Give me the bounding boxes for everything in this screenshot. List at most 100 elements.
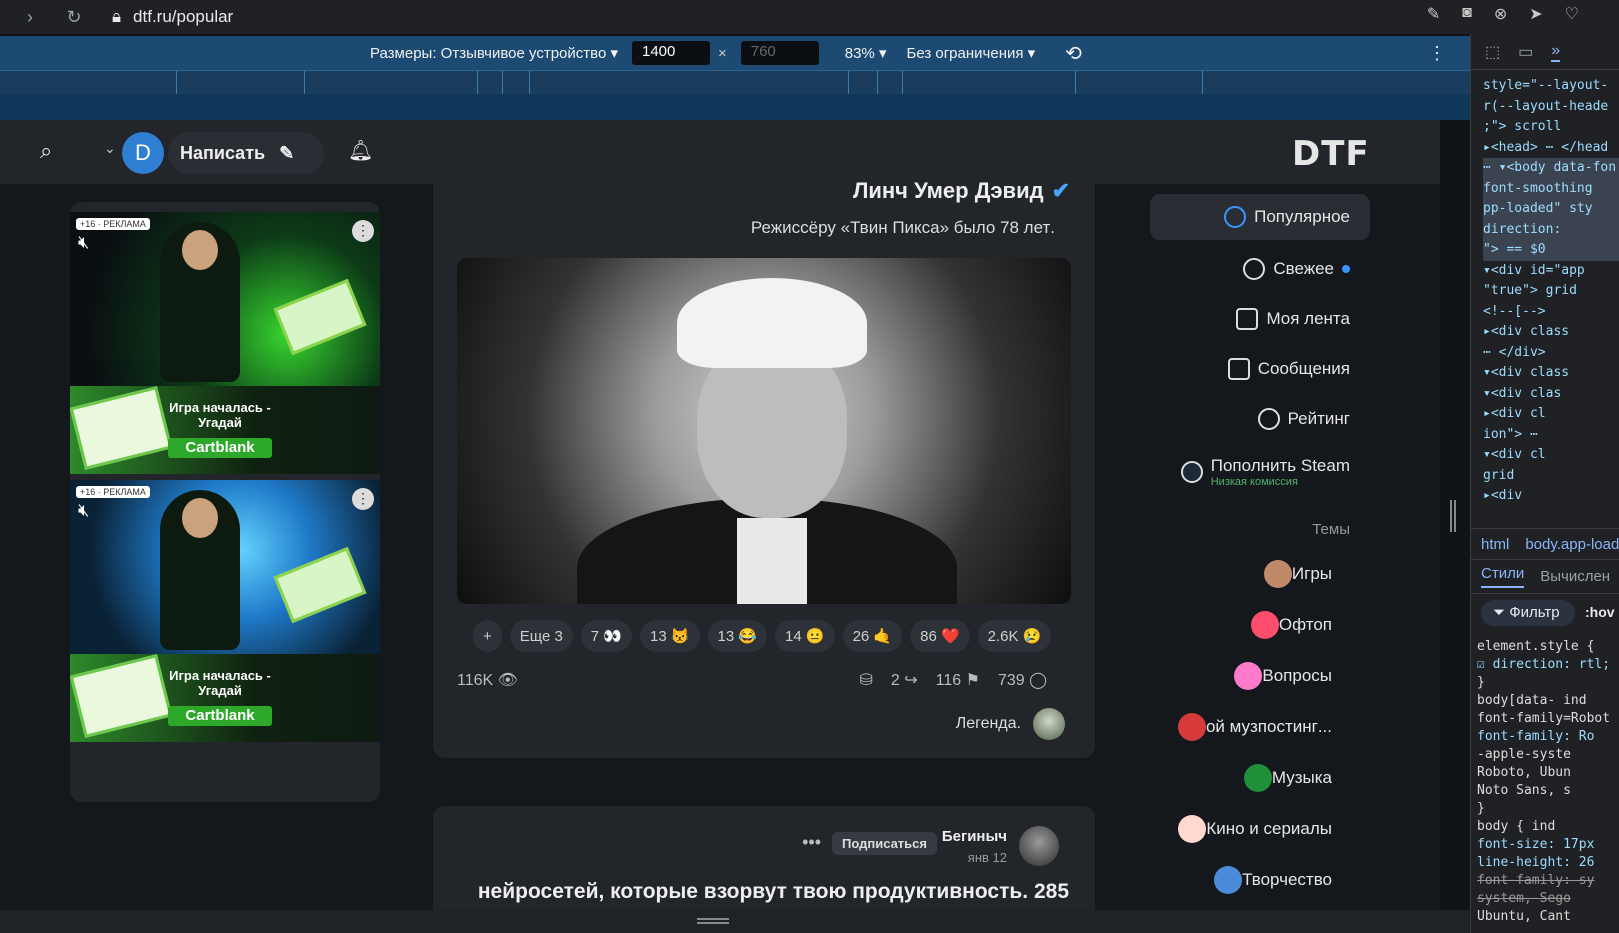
sidebar-item-fresh[interactable]: Свежее bbox=[1150, 244, 1370, 294]
sidebar-item-popular[interactable]: Популярное bbox=[1150, 194, 1370, 240]
dimensions-select[interactable]: Размеры: Отзывчивое устройство ▾ bbox=[370, 44, 618, 62]
camera-icon[interactable]: ◙ bbox=[1462, 4, 1472, 24]
css-line[interactable]: font-family: sy bbox=[1477, 872, 1610, 890]
edit-icon[interactable]: ✎ bbox=[1427, 4, 1440, 24]
width-input[interactable]: 1400 bbox=[631, 41, 710, 65]
url-text[interactable]: dtf.ru/popular bbox=[133, 7, 233, 27]
dom-line[interactable]: pp-loaded" sty bbox=[1483, 199, 1619, 220]
block-icon[interactable]: ⊗ bbox=[1494, 4, 1507, 24]
dom-line[interactable]: ▸<div class bbox=[1483, 322, 1619, 343]
dom-line[interactable]: style="--layout- bbox=[1483, 76, 1619, 97]
dom-line[interactable]: ▸<div cl bbox=[1483, 404, 1619, 425]
post-title[interactable]: ✔ Линч Умер Дэвид bbox=[853, 178, 1070, 204]
more-icon[interactable]: ••• bbox=[802, 832, 821, 853]
css-line[interactable]: font-family: Ro bbox=[1477, 728, 1610, 746]
theme-item-offtop[interactable]: Офтоп bbox=[1150, 599, 1370, 650]
rotate-icon[interactable]: ⟲ bbox=[1065, 41, 1082, 66]
inspect-icon[interactable]: ⬚ bbox=[1485, 42, 1500, 62]
dom-line[interactable]: ion"> ⋯ bbox=[1483, 425, 1619, 446]
ad-banner[interactable]: +16 · РЕКЛАМА 🔇︎ ⋮ Игра началась - Угада… bbox=[70, 480, 380, 742]
dom-line[interactable]: ▸<head> ⋯ </head bbox=[1483, 138, 1619, 159]
subscribe-button[interactable]: Подписаться bbox=[831, 832, 937, 855]
author-name[interactable]: Бегиныч bbox=[942, 828, 1007, 845]
dom-line[interactable]: grid bbox=[1483, 466, 1619, 487]
grab-icon[interactable] bbox=[697, 918, 729, 924]
dom-line[interactable]: "> == $0 bbox=[1483, 240, 1619, 261]
author-avatar[interactable] bbox=[1033, 708, 1065, 740]
ad-banner[interactable]: +16 · РЕКЛАМА 🔇︎ ⋮ Игра началась - Угада… bbox=[70, 212, 380, 474]
crumb-body[interactable]: body.app-load bbox=[1525, 536, 1619, 553]
hov-toggle[interactable]: :hov bbox=[1585, 604, 1615, 620]
reaction-chip[interactable]: 7 👀 bbox=[580, 620, 632, 652]
reload-icon[interactable]: ↻ bbox=[60, 7, 88, 28]
media-query-ruler[interactable] bbox=[0, 70, 1470, 95]
repost-button[interactable]: 2 ↪ bbox=[891, 670, 918, 690]
reaction-chip[interactable]: 14 😐 bbox=[775, 620, 835, 652]
theme-item-questions[interactable]: Вопросы bbox=[1150, 650, 1370, 701]
zoom-select[interactable]: 83% ▾ bbox=[845, 44, 887, 62]
donate-icon[interactable]: ⛁ bbox=[859, 670, 872, 690]
dom-line[interactable]: ▾<div cl bbox=[1483, 445, 1619, 466]
dom-line[interactable]: ▸<div bbox=[1483, 486, 1619, 507]
theme-item-music[interactable]: Музыка bbox=[1150, 752, 1370, 803]
throttle-select[interactable]: Без ограничения ▾ bbox=[906, 44, 1035, 62]
send-icon[interactable]: ➤ bbox=[1529, 4, 1542, 24]
more-icon[interactable]: ⋮ bbox=[1428, 43, 1446, 64]
heart-icon[interactable]: ♡ bbox=[1565, 4, 1579, 24]
author-avatar[interactable] bbox=[1019, 826, 1059, 866]
mute-icon[interactable]: 🔇︎ bbox=[78, 500, 89, 521]
reaction-chip[interactable]: 13 😂 bbox=[707, 620, 768, 652]
css-line[interactable]: ☑ direction: rtl; bbox=[1477, 656, 1610, 674]
dom-line[interactable]: "true"> grid bbox=[1483, 281, 1619, 302]
sidebar-item-steam[interactable]: Пополнить Steam Низкая комиссия bbox=[1150, 444, 1370, 500]
post-author[interactable]: .Легенда bbox=[956, 708, 1065, 740]
ad-menu-icon[interactable]: ⋮ bbox=[352, 488, 374, 510]
post-title[interactable]: нейросетей, которые взорвут твою продукт… bbox=[478, 880, 1069, 904]
write-button[interactable]: Написать ✎ bbox=[168, 132, 325, 174]
tab-styles[interactable]: Стили bbox=[1481, 565, 1525, 588]
height-input[interactable]: 760 bbox=[740, 41, 819, 65]
add-reaction-button[interactable]: + bbox=[473, 620, 502, 652]
theme-item-music-posting[interactable]: ...ой музпостинг bbox=[1150, 701, 1370, 752]
mute-icon[interactable]: 🔇︎ bbox=[78, 232, 89, 253]
author-name[interactable]: .Легенда bbox=[956, 715, 1021, 733]
resize-handle[interactable] bbox=[1450, 500, 1456, 532]
filter-input[interactable]: ⏷ Фильтр bbox=[1481, 600, 1575, 626]
reaction-chip[interactable]: 26 🤙 bbox=[842, 620, 903, 652]
theme-item-creativity[interactable]: Творчество bbox=[1150, 854, 1370, 905]
forward-icon[interactable]: › bbox=[16, 7, 44, 28]
sidebar-item-rating[interactable]: Рейтинг bbox=[1150, 394, 1370, 444]
address-bar[interactable]: 🔒︎ dtf.ru/popular bbox=[112, 7, 233, 27]
dom-line[interactable]: r(--layout-heade bbox=[1483, 97, 1619, 118]
tab-computed[interactable]: Вычислен bbox=[1540, 568, 1610, 585]
styles-pane[interactable]: element.style { ☑ direction: rtl; } body… bbox=[1477, 638, 1610, 926]
more-tabs-icon[interactable]: » bbox=[1551, 42, 1561, 62]
reaction-chip[interactable]: 2.6K 😢 bbox=[977, 620, 1052, 652]
reaction-chip[interactable]: 86 ❤️ bbox=[910, 620, 970, 652]
search-icon[interactable]: ⌕ bbox=[40, 138, 52, 164]
ad-menu-icon[interactable]: ⋮ bbox=[352, 220, 374, 242]
dom-line[interactable]: ⋯ ▾<body data-fon bbox=[1483, 158, 1619, 179]
theme-item-games[interactable]: Игры bbox=[1150, 548, 1370, 599]
dom-tree[interactable]: style="--layout- r(--layout-heade ;"> sc… bbox=[1471, 70, 1619, 507]
css-line[interactable]: font-size: 17px bbox=[1477, 836, 1610, 854]
css-line[interactable]: line-height: 26 bbox=[1477, 854, 1610, 872]
dom-line[interactable]: ⋯ </div> bbox=[1483, 343, 1619, 364]
dom-line[interactable]: direction: bbox=[1483, 219, 1619, 240]
dom-line[interactable]: ▾<div id="app bbox=[1483, 261, 1619, 282]
site-logo[interactable]: DTF bbox=[1292, 134, 1370, 174]
dom-line[interactable]: ▾<div class bbox=[1483, 363, 1619, 384]
device-icon[interactable]: ▭ bbox=[1518, 42, 1533, 62]
avatar[interactable]: D bbox=[122, 132, 164, 174]
crumb-html[interactable]: html bbox=[1481, 536, 1509, 553]
post-image[interactable] bbox=[457, 258, 1071, 604]
bookmark-button[interactable]: 116 ⚑ bbox=[936, 670, 980, 690]
sidebar-item-my-feed[interactable]: Моя лента bbox=[1150, 294, 1370, 344]
reaction-chip[interactable]: 13 😾 bbox=[639, 620, 700, 652]
theme-item-movies[interactable]: Кино и сериалы bbox=[1150, 803, 1370, 854]
sidebar-item-messages[interactable]: Сообщения bbox=[1150, 344, 1370, 394]
chevron-down-icon[interactable]: ⌄ bbox=[104, 140, 116, 157]
dom-line[interactable]: font-smoothing bbox=[1483, 178, 1619, 199]
dom-line[interactable]: ▾<div clas bbox=[1483, 384, 1619, 405]
dom-line[interactable]: <!--[--> bbox=[1483, 302, 1619, 323]
